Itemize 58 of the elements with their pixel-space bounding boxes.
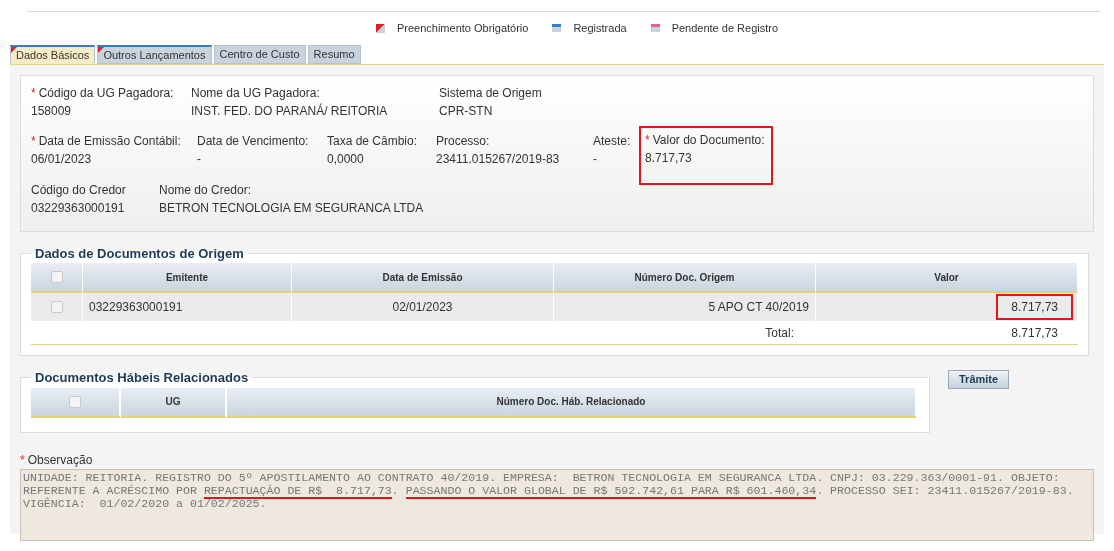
field-value: - [593,150,598,168]
field-label: Nome da UG Pagadora: [191,84,320,102]
legend-label: Preenchimento Obrigatório [396,21,529,36]
field-value: 0,0000 [327,150,365,168]
field-value: 23411.015267/2019-83 [436,150,561,168]
column-header[interactable]: Data de Emissão [292,263,554,293]
required-mark: * [31,84,36,102]
group-title: Documentos Hábeis Relacionados [34,369,250,387]
group-title: Dados de Documentos de Origem [34,244,245,263]
flag-icon [552,24,562,33]
column-header[interactable]: Emitente [83,263,292,293]
field-label: Código do Credor [31,181,126,199]
field-value: 03229363000191 [31,199,126,217]
field-label: Taxa de Câmbio: [327,132,418,150]
tramite-button[interactable]: Trâmite [948,370,1010,389]
field-value: INST. FED. DO PARANÁ/ REITORIA [191,102,389,120]
field-label: Valor do Documento: [652,131,765,149]
field-value: - [197,150,202,168]
column-header[interactable]: Número Doc. Háb. Relacionado [227,387,917,418]
legend-label: Registrada [573,21,627,36]
observation-textarea[interactable]: UNIDADE: REITORIA. REGISTRO DO 5º APOSTILAMENTO AO CONTRATO 40/2019. EMPRESA: BETRON TECNOLOGIA EM SEGURANCA LTDA. CNPJ: 03.229.363/0001-91. OBJETO: REFERENTE A ACRÉSCIMO POR REPACTUAÇÃO DE R$ 8.717,73. PASSANDO O VALOR GLOBAL DE R$ 592.742,61 PARA R$ 601.460,34. PROCESSO SEI: 23411.015267/2019-83. VIGÊNCIA: 01/02/2020 a 01/02/2025. [20,468,1094,541]
total-label: Total: [765,324,794,342]
field-label: Data de Vencimento: [197,132,309,150]
tab[interactable]: Outros Lançamentos [97,44,212,64]
required-mark: * [645,131,650,149]
checkbox[interactable] [69,395,81,408]
column-header[interactable]: UG [121,387,227,418]
required-mark: * [31,132,36,150]
field-value: 8.717,73 [645,149,693,167]
field-label: Ateste: [593,132,631,150]
field-value: 158009 [31,102,73,120]
legend-label: Pendente de Registro [671,21,779,36]
field-value: 06/01/2023 [31,150,93,168]
field-label: Sistema de Origem [439,84,542,102]
column-header[interactable]: Número Doc. Origem [554,263,816,293]
table-cell-text: 03229363000191 [89,299,183,316]
field-label: Observação [27,451,93,469]
checkbox[interactable] [50,271,63,283]
field-label: Código da UG Pagadora: [38,84,174,102]
checkbox[interactable] [50,301,63,313]
table-cell-text: 5 APO CT 40/2019 [708,299,809,316]
column-header[interactable]: Valor [816,263,1078,293]
total-value: 8.717,73 [1011,324,1058,342]
table-cell-text: 02/01/2023 [392,299,453,316]
tab[interactable]: Dados Básicos [10,44,96,64]
corner-mark-icon [375,23,385,33]
corner-mark-icon [11,46,17,53]
required-mark: * [20,451,25,469]
field-label: Processo: [436,132,490,150]
tab[interactable]: Resumo [307,44,361,64]
field-value: BETRON TECNOLOGIA EM SEGURANCA LTDA [159,199,425,217]
field-label: Nome do Credor: [159,181,252,199]
field-label: Data de Emissão Contábil: [38,132,181,150]
corner-mark-icon [98,46,105,53]
flag-icon [650,24,660,33]
tab[interactable]: Centro de Custo [213,44,306,64]
table-cell: 8.717,73 [996,294,1073,320]
field-value: CPR-STN [439,102,494,120]
